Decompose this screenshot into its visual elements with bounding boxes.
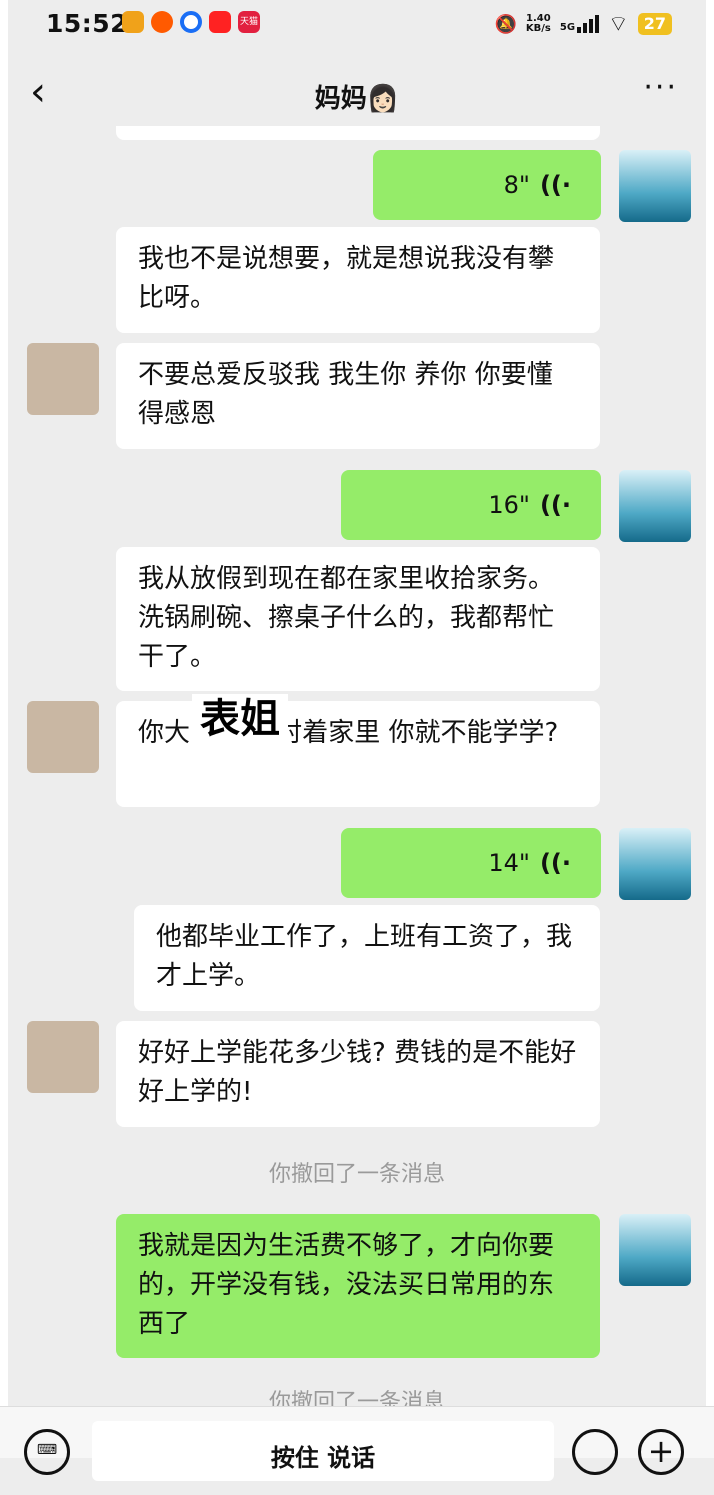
page-title: 妈妈👩🏻: [314, 84, 400, 114]
message-bubble[interactable]: 好好上学能花多少钱? 费钱的是不能好好上学的!: [116, 1021, 600, 1127]
avatar-mom[interactable]: [27, 701, 99, 773]
status-time: 15:52: [46, 9, 129, 38]
hold-to-talk-button[interactable]: 按住 说话: [92, 1421, 554, 1481]
avatar-me[interactable]: [619, 150, 691, 222]
recalled-notice: 你撤回了一条消息: [268, 1162, 445, 1187]
avatar-me[interactable]: [619, 470, 691, 542]
message-bubble[interactable]: 我就是因为生活费不够了，才向你要的，开学没有钱，没法买日常用的东西了: [116, 1214, 600, 1358]
voice-icon: ((·: [539, 491, 571, 519]
plus-icon[interactable]: +: [638, 1429, 684, 1475]
avatar-mom[interactable]: [27, 1021, 99, 1093]
qq-icon: [180, 11, 202, 33]
more-icon[interactable]: ···: [643, 70, 678, 105]
message-bubble-partial: [116, 126, 600, 140]
overlay-label: 表姐: [192, 694, 288, 744]
message-bubble[interactable]: 我从放假到现在都在家里收拾家务。洗锅刷碗、擦桌子什么的，我都帮忙干了。: [116, 547, 600, 691]
tmall-icon: 天猫: [238, 11, 260, 33]
input-bar: ⌨ 按住 说话 +: [0, 1406, 714, 1481]
signal-icon: 5G: [560, 15, 600, 33]
voice-message[interactable]: 14" ((·: [341, 828, 601, 898]
message-bubble[interactable]: 你大 令都帮衬着家里 你就不能学学?: [116, 701, 600, 807]
notification-icons: 天猫: [122, 11, 260, 33]
status-right: 🔕 1.40 KB/s 5G ⌔ 27: [494, 10, 672, 38]
message-bubble[interactable]: 我也不是说想要，就是想说我没有攀比呀。: [116, 227, 600, 333]
mute-bell-icon: 🔕: [494, 13, 517, 35]
recalled-notice: 你撤回了一条消息: [268, 1390, 445, 1406]
keyboard-icon[interactable]: ⌨: [24, 1429, 70, 1475]
voice-icon: ((·: [539, 171, 571, 199]
net-speed: 1.40 KB/s: [525, 13, 551, 34]
avatar-mom[interactable]: [27, 343, 99, 415]
taobao-icon: [151, 11, 173, 33]
message-bubble[interactable]: 他都毕业工作了，上班有工资了，我才上学。: [134, 905, 600, 1011]
heart-app-icon: [209, 11, 231, 33]
voice-message[interactable]: 8" ((·: [373, 150, 601, 220]
weibo-icon: [122, 11, 144, 33]
voice-message[interactable]: 16" ((·: [341, 470, 601, 540]
avatar-me[interactable]: [619, 1214, 691, 1286]
avatar-me[interactable]: [619, 828, 691, 900]
message-bubble[interactable]: 不要总爱反驳我 我生你 养你 你要懂得感恩: [116, 343, 600, 449]
battery-icon: 27: [637, 13, 672, 35]
right-edge: [706, 0, 714, 1457]
voice-icon: ((·: [539, 849, 571, 877]
status-bar: 15:52 天猫 🔕 1.40 KB/s 5G ⌔ 27: [0, 0, 714, 48]
woman-emoji-icon: 👩🏻: [366, 84, 400, 114]
message-list[interactable]: 8" ((· 我也不是说想要，就是想说我没有攀比呀。 不要总爱反驳我 我生你 养你…: [8, 126, 706, 1406]
left-edge: [0, 0, 8, 1457]
emoji-icon[interactable]: [572, 1429, 618, 1475]
wifi-icon: ⌔: [608, 12, 629, 37]
